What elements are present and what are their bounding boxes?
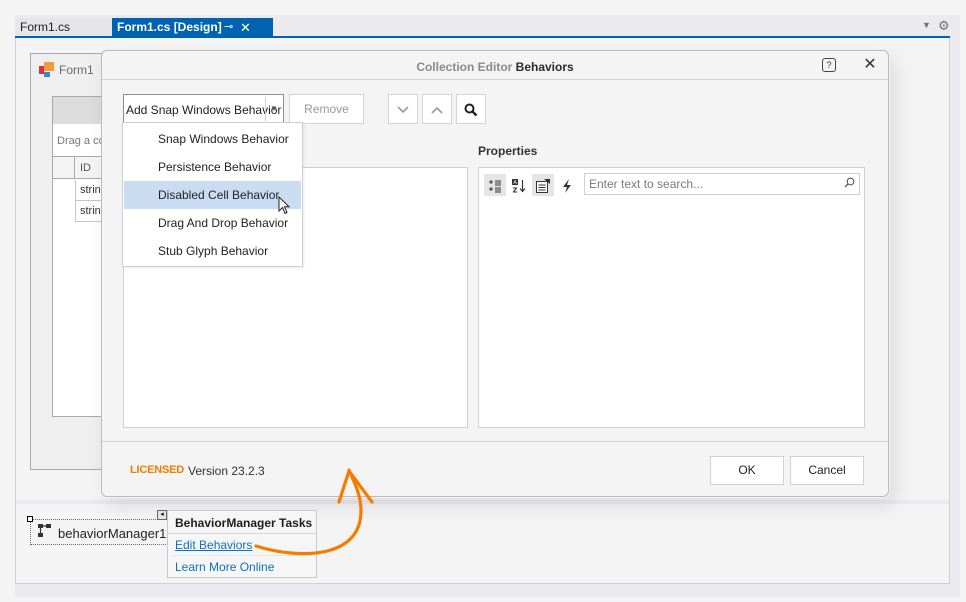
dialog-titlebar[interactable]: Collection Editor Behaviors <box>102 51 888 80</box>
tab-form1-cs[interactable]: Form1.cs <box>15 18 112 37</box>
row-indicator-header <box>53 156 75 179</box>
dropdown-item-persistence[interactable]: Persistence Behavior <box>124 153 301 181</box>
component-label: behaviorManager1 <box>58 526 167 541</box>
chevron-down-icon <box>397 106 409 113</box>
move-up-button[interactable] <box>422 94 452 124</box>
chevron-down-icon[interactable]: ▼ <box>270 104 278 113</box>
move-down-button[interactable] <box>388 94 418 124</box>
properties-icon[interactable] <box>532 174 554 196</box>
dropdown-item-stub-glyph[interactable]: Stub Glyph Behavior <box>124 237 301 265</box>
search-button[interactable] <box>456 94 486 124</box>
search-icon <box>844 177 855 191</box>
smart-tag-separator <box>168 533 316 534</box>
property-search-input[interactable] <box>589 177 839 191</box>
behavior-manager-icon <box>38 524 51 537</box>
group-panel-hint: Drag a column header here to group by th… <box>57 135 102 147</box>
property-grid: AZ <box>478 167 865 428</box>
dialog-title: Collection Editor Behaviors <box>102 60 888 74</box>
smart-tag-panel: BehaviorManager Tasks Edit Behaviors Lea… <box>167 510 317 578</box>
svg-text:A: A <box>513 180 517 186</box>
alphabetical-sort-icon[interactable]: AZ <box>508 174 530 196</box>
search-icon <box>464 103 478 117</box>
dialog-title-prefix: Collection Editor <box>416 60 513 74</box>
learn-more-link[interactable]: Learn More Online <box>175 560 274 574</box>
form-title: Form1 <box>59 63 94 77</box>
tab-form1-design[interactable]: Form1.cs [Design] ⊸ ✕ <box>112 18 273 37</box>
dropdown-item-drag-and-drop[interactable]: Drag And Drop Behavior <box>124 209 301 237</box>
footer-divider <box>102 441 888 442</box>
collection-editor-dialog: Collection Editor Behaviors ? ✕ Add Snap… <box>101 50 889 497</box>
add-behavior-combo-value: Add Snap Windows Behavior <box>126 103 282 117</box>
version-label: Version 23.2.3 <box>188 464 265 478</box>
license-status: LICENSED <box>130 464 185 476</box>
add-behavior-combo[interactable]: Add Snap Windows Behavior ▼ <box>123 94 284 124</box>
combo-separator <box>265 97 266 121</box>
tab-label: Form1.cs <box>20 20 71 34</box>
ok-button[interactable]: OK <box>710 456 784 485</box>
document-tab-bar: Form1.cs Form1.cs [Design] ⊸ ✕ <box>15 18 960 37</box>
component-tray-divider <box>16 500 949 504</box>
remove-button[interactable]: Remove <box>289 94 364 124</box>
property-search-box[interactable] <box>584 173 860 195</box>
column-header-id[interactable]: ID <box>80 162 91 174</box>
svg-text:Z: Z <box>513 186 518 194</box>
smart-tag-title: BehaviorManager Tasks <box>175 516 313 530</box>
categorized-icon[interactable] <box>484 174 506 196</box>
events-icon[interactable] <box>556 174 578 196</box>
dialog-title-main: Behaviors <box>515 60 574 74</box>
smart-tag-separator <box>172 555 312 556</box>
chevron-up-icon <box>431 106 443 114</box>
cancel-button[interactable]: Cancel <box>790 456 864 485</box>
edit-behaviors-link[interactable]: Edit Behaviors <box>175 538 252 552</box>
close-tab-icon[interactable]: ✕ <box>240 18 251 37</box>
selection-handle[interactable] <box>27 516 33 522</box>
tab-label: Form1.cs [Design] <box>117 20 222 34</box>
smart-tag-glyph-icon[interactable]: ◂ <box>157 510 167 520</box>
dropdown-item-snap-windows[interactable]: Snap Windows Behavior <box>124 125 301 153</box>
add-behavior-dropdown: Snap Windows Behavior Persistence Behavi… <box>122 122 303 267</box>
gear-icon[interactable]: ⚙ <box>938 18 952 34</box>
pin-icon[interactable]: ⊸ <box>224 18 233 37</box>
tab-list-dropdown-icon[interactable]: ▼ <box>922 20 932 34</box>
mouse-cursor-icon <box>278 196 291 215</box>
close-icon[interactable]: ✕ <box>862 56 878 74</box>
form-icon <box>39 62 54 77</box>
properties-label: Properties <box>478 144 538 158</box>
help-icon[interactable]: ? <box>822 58 836 72</box>
dropdown-item-disabled-cell[interactable]: Disabled Cell Behavior <box>124 181 301 209</box>
